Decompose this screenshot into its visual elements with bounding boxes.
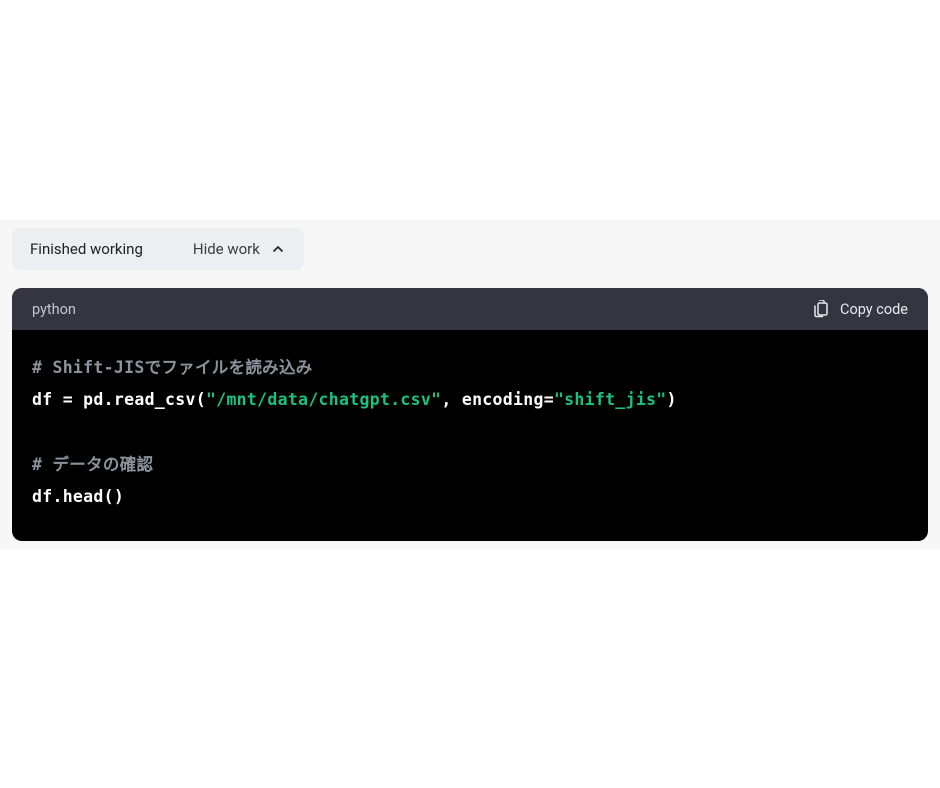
code-language-label: python — [32, 301, 76, 318]
copy-code-label: Copy code — [840, 301, 908, 318]
code-header: python Copy code — [12, 288, 928, 330]
code-line: # Shift-JISでファイルを読み込み — [32, 352, 908, 384]
chevron-up-icon — [270, 241, 286, 257]
clipboard-icon — [812, 300, 830, 318]
code-line: # データの確認 — [32, 449, 908, 481]
status-text: Finished working — [30, 240, 143, 258]
content-area: Finished working Hide work python — [0, 220, 940, 549]
code-block: python Copy code # Shift-JISでファイルを読み込み d… — [12, 288, 928, 541]
hide-work-toggle[interactable]: Hide work — [193, 240, 286, 258]
hide-work-label: Hide work — [193, 240, 260, 258]
code-comment: # Shift-JISでファイルを読み込み — [32, 358, 313, 377]
copy-code-button[interactable]: Copy code — [812, 300, 908, 318]
code-blank-line — [32, 416, 908, 448]
code-line: df.head() — [32, 481, 908, 513]
code-line: df = pd.read_csv("/mnt/data/chatgpt.csv"… — [32, 384, 908, 416]
code-body: # Shift-JISでファイルを読み込み df = pd.read_csv("… — [12, 330, 928, 541]
status-bar: Finished working Hide work — [12, 228, 304, 270]
code-comment: # データの確認 — [32, 455, 153, 474]
